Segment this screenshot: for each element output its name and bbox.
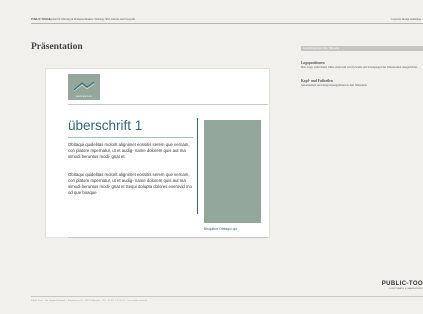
page-title: Präsentation [31, 42, 83, 52]
header-tagline: · Agentur für Werbung & Markenarchitektu… [47, 18, 136, 21]
image-caption: Bisquibur Obitaqui qui [204, 227, 238, 231]
bottom-brand-logo: PUBLIC-TOO [381, 281, 423, 287]
footer-text: Public Tools · Inh. Stephan Hossack · Ka… [31, 299, 148, 302]
bottom-brand-subline: CORPORATE & MARKENTEC [388, 288, 423, 290]
column-divider [197, 118, 198, 214]
slide-paragraph-1: Obitaqui quidelitas molorit alignimet eo… [68, 142, 190, 159]
header-right-text: Corporate Design Guidelines [390, 18, 421, 21]
slide-heading: überschrift 1 [68, 118, 143, 133]
image-placeholder [204, 120, 261, 223]
slide-bottom-rule [68, 237, 268, 238]
footer: Public Tools · Inh. Stephan Hossack · Ka… [31, 296, 423, 302]
top-header: PUBLIC-TOOLS · Agentur für Werbung & Mar… [31, 18, 423, 28]
sidebar-header: Gestaltungsraster allg. Hinweise [301, 46, 423, 51]
sidebar-section-text: Das Logo steht meist links oben und wird… [301, 65, 418, 69]
logo: MARKENIDEE [68, 74, 100, 100]
logo-text: MARKENIDEE [75, 96, 93, 98]
slide-paragraph-2: Obitaqui quidelitas molorit alignimet eo… [68, 172, 192, 195]
heading-underline [68, 137, 193, 138]
presentation-slide: MARKENIDEE überschrift 1 Obitaqui quidel… [45, 68, 270, 238]
slide-top-rule [68, 104, 268, 105]
sidebar-section-text: Seitenzeilen und Abgrenzungslinien in de… [301, 83, 368, 87]
